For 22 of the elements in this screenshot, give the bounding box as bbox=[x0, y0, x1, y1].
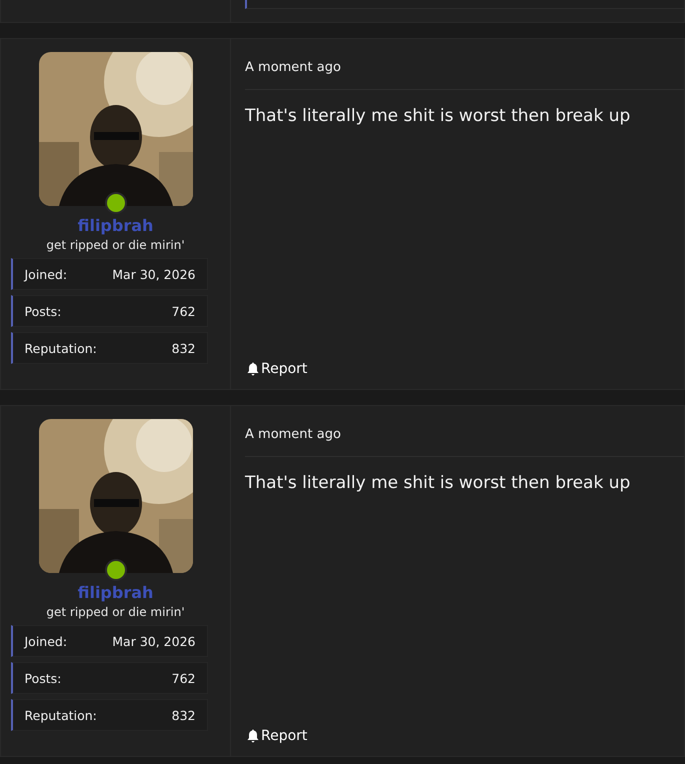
stat-value: 832 bbox=[172, 708, 196, 722]
report-button[interactable]: Report bbox=[245, 361, 310, 377]
stat-value: 832 bbox=[172, 340, 196, 356]
stat-label: Joined: bbox=[24, 634, 68, 648]
stat-value: Mar 30, 2026 bbox=[112, 634, 196, 648]
post-time: A moment ago bbox=[245, 427, 341, 442]
stat-label: Reputation: bbox=[24, 340, 97, 356]
stat-label: Posts: bbox=[24, 670, 62, 686]
user-title: get ripped or die mirin' bbox=[46, 238, 185, 252]
stat-label: Joined: bbox=[24, 266, 68, 282]
stat-value: Mar 30, 2026 bbox=[112, 266, 196, 282]
post-time: A moment ago bbox=[245, 60, 341, 75]
report-button[interactable]: Report bbox=[245, 728, 310, 744]
stat-value: 762 bbox=[172, 670, 196, 686]
stat-label: Posts: bbox=[24, 304, 62, 318]
stat-label: Reputation: bbox=[24, 708, 97, 722]
bell-icon bbox=[247, 362, 259, 376]
stat-value: 762 bbox=[172, 304, 196, 318]
post-message: That's literally me shit is worst then break up bbox=[245, 473, 632, 493]
post-message: That's literally me shit is worst then break up bbox=[245, 106, 632, 126]
user-title: get ripped or die mirin' bbox=[46, 605, 185, 619]
bell-icon bbox=[247, 729, 259, 743]
